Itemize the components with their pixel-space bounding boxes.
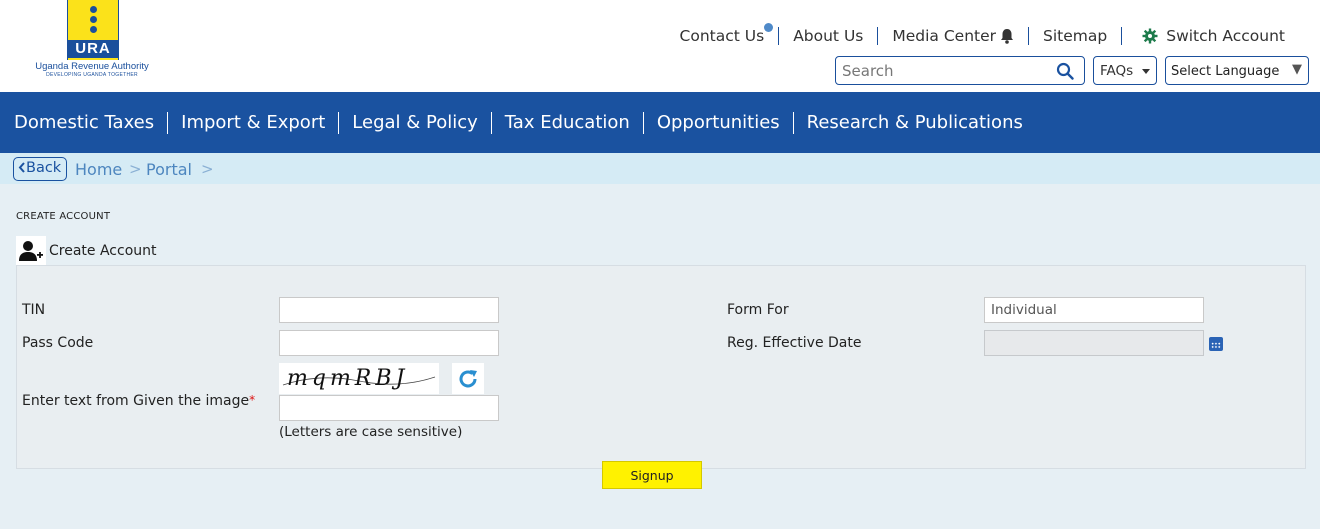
chevron-left-icon <box>18 162 25 173</box>
logo-emblem: URA <box>67 0 119 60</box>
refresh-icon <box>459 369 477 387</box>
logo-tagline: DEVELOPING UGANDA TOGETHER <box>46 72 138 78</box>
captcha-label-text: Enter text from Given the image <box>22 393 250 409</box>
faqs-label: FAQs <box>1100 63 1134 79</box>
caret-down-icon <box>1142 69 1150 74</box>
logo-dot <box>90 16 97 23</box>
captcha-label: Enter text from Given the image* <box>22 393 255 409</box>
ura-logo[interactable]: URA Uganda Revenue Authority DEVELOPING … <box>24 0 160 80</box>
nav-research-publications[interactable]: Research & Publications <box>792 111 1036 134</box>
contact-us-link[interactable]: Contact Us <box>666 23 779 45</box>
media-center-link[interactable]: Media Center <box>877 27 1028 45</box>
passcode-input[interactable] <box>279 330 499 356</box>
captcha-image: mqmRBJ <box>279 363 439 394</box>
media-center-label: Media Center <box>892 27 997 45</box>
reg-date-input <box>984 330 1204 356</box>
passcode-label: Pass Code <box>22 335 94 351</box>
logo-dot <box>90 26 97 33</box>
form-panel <box>16 265 1306 469</box>
refresh-captcha-button[interactable] <box>452 363 484 394</box>
logo-abbr: URA <box>68 40 118 58</box>
reg-date-label: Reg. Effective Date <box>727 335 862 351</box>
captcha-input[interactable] <box>279 395 499 421</box>
triangle-down-icon: ▼ <box>1292 62 1302 77</box>
breadcrumb-home[interactable]: Home <box>75 160 122 179</box>
search-input[interactable] <box>842 61 1052 81</box>
gear-icon <box>1142 28 1158 44</box>
form-for-input[interactable]: Individual <box>984 297 1204 323</box>
main-nav: Domestic Taxes Import & Export Legal & P… <box>0 92 1320 153</box>
calendar-icon[interactable] <box>1209 337 1223 351</box>
logo-dot <box>90 6 97 13</box>
back-label: Back <box>26 160 62 176</box>
sitemap-link[interactable]: Sitemap <box>1028 27 1121 45</box>
search-icon[interactable] <box>1056 62 1074 80</box>
faqs-dropdown[interactable]: FAQs <box>1093 56 1157 85</box>
search-box <box>835 56 1085 85</box>
sitemap-label: Sitemap <box>1043 27 1108 45</box>
add-user-icon <box>16 236 46 265</box>
form-for-label: Form For <box>727 302 789 318</box>
breadcrumb-separator: > <box>129 160 142 178</box>
section-label: CREATE ACCOUNT <box>16 211 111 222</box>
tin-input[interactable] <box>279 297 499 323</box>
back-button[interactable]: Back <box>13 157 67 181</box>
site-header: URA Uganda Revenue Authority DEVELOPING … <box>0 0 1320 92</box>
language-select[interactable]: Select Language ▼ <box>1165 56 1309 85</box>
nav-opportunities[interactable]: Opportunities <box>642 111 793 134</box>
case-sensitive-hint: (Letters are case sensitive) <box>279 424 463 440</box>
signup-button[interactable]: Signup <box>602 461 702 489</box>
language-label: Select Language <box>1171 64 1280 79</box>
panel-header: Create Account <box>16 236 157 265</box>
tin-label: TIN <box>22 302 46 318</box>
switch-account-link[interactable]: Switch Account <box>1121 27 1299 45</box>
nav-tax-education[interactable]: Tax Education <box>490 111 643 134</box>
about-us-label: About Us <box>793 27 864 45</box>
nav-domestic-taxes[interactable]: Domestic Taxes <box>0 112 167 134</box>
required-marker: * <box>249 393 256 407</box>
breadcrumb-separator: > <box>201 160 214 178</box>
captcha-text: mqmRBJ <box>287 366 409 391</box>
contact-us-label: Contact Us <box>679 27 765 45</box>
bell-icon <box>1001 29 1014 44</box>
top-links: Contact Us About Us Media Center Sitemap <box>666 23 1299 47</box>
breadcrumb: Back Home > Portal > <box>0 153 1320 184</box>
about-us-link[interactable]: About Us <box>778 27 877 45</box>
switch-account-label: Switch Account <box>1166 27 1285 45</box>
panel-title: Create Account <box>49 242 157 259</box>
nav-import-export[interactable]: Import & Export <box>167 111 338 134</box>
breadcrumb-portal[interactable]: Portal <box>146 160 192 179</box>
notification-dot <box>764 23 774 32</box>
nav-legal-policy[interactable]: Legal & Policy <box>338 111 491 134</box>
logo-name: Uganda Revenue Authority <box>35 61 149 72</box>
